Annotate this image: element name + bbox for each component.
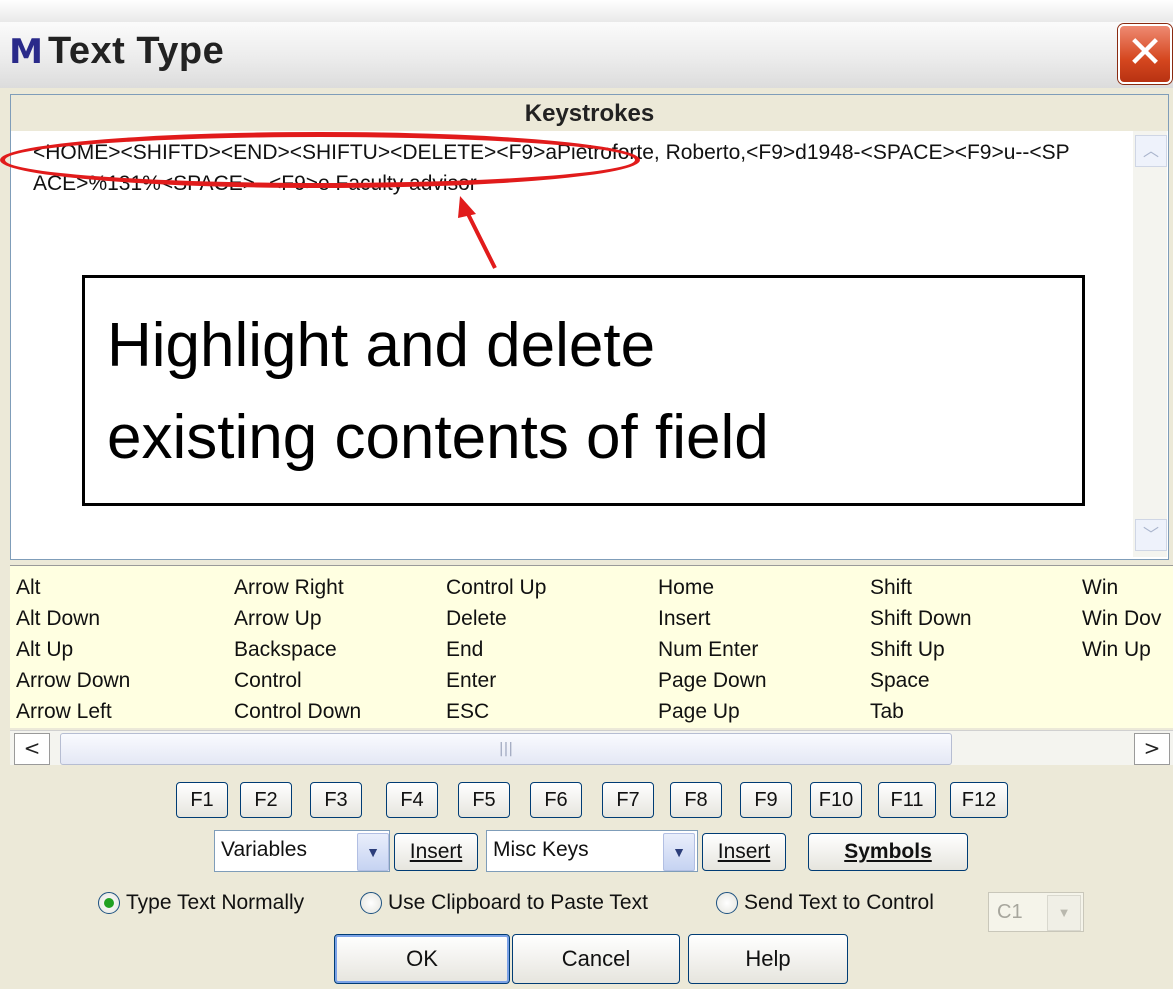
annotation-callout: Highlight and delete existing contents o… — [82, 275, 1085, 506]
callout-line-1: Highlight and delete — [107, 311, 656, 380]
callout-line-2: existing contents of field — [107, 403, 769, 472]
